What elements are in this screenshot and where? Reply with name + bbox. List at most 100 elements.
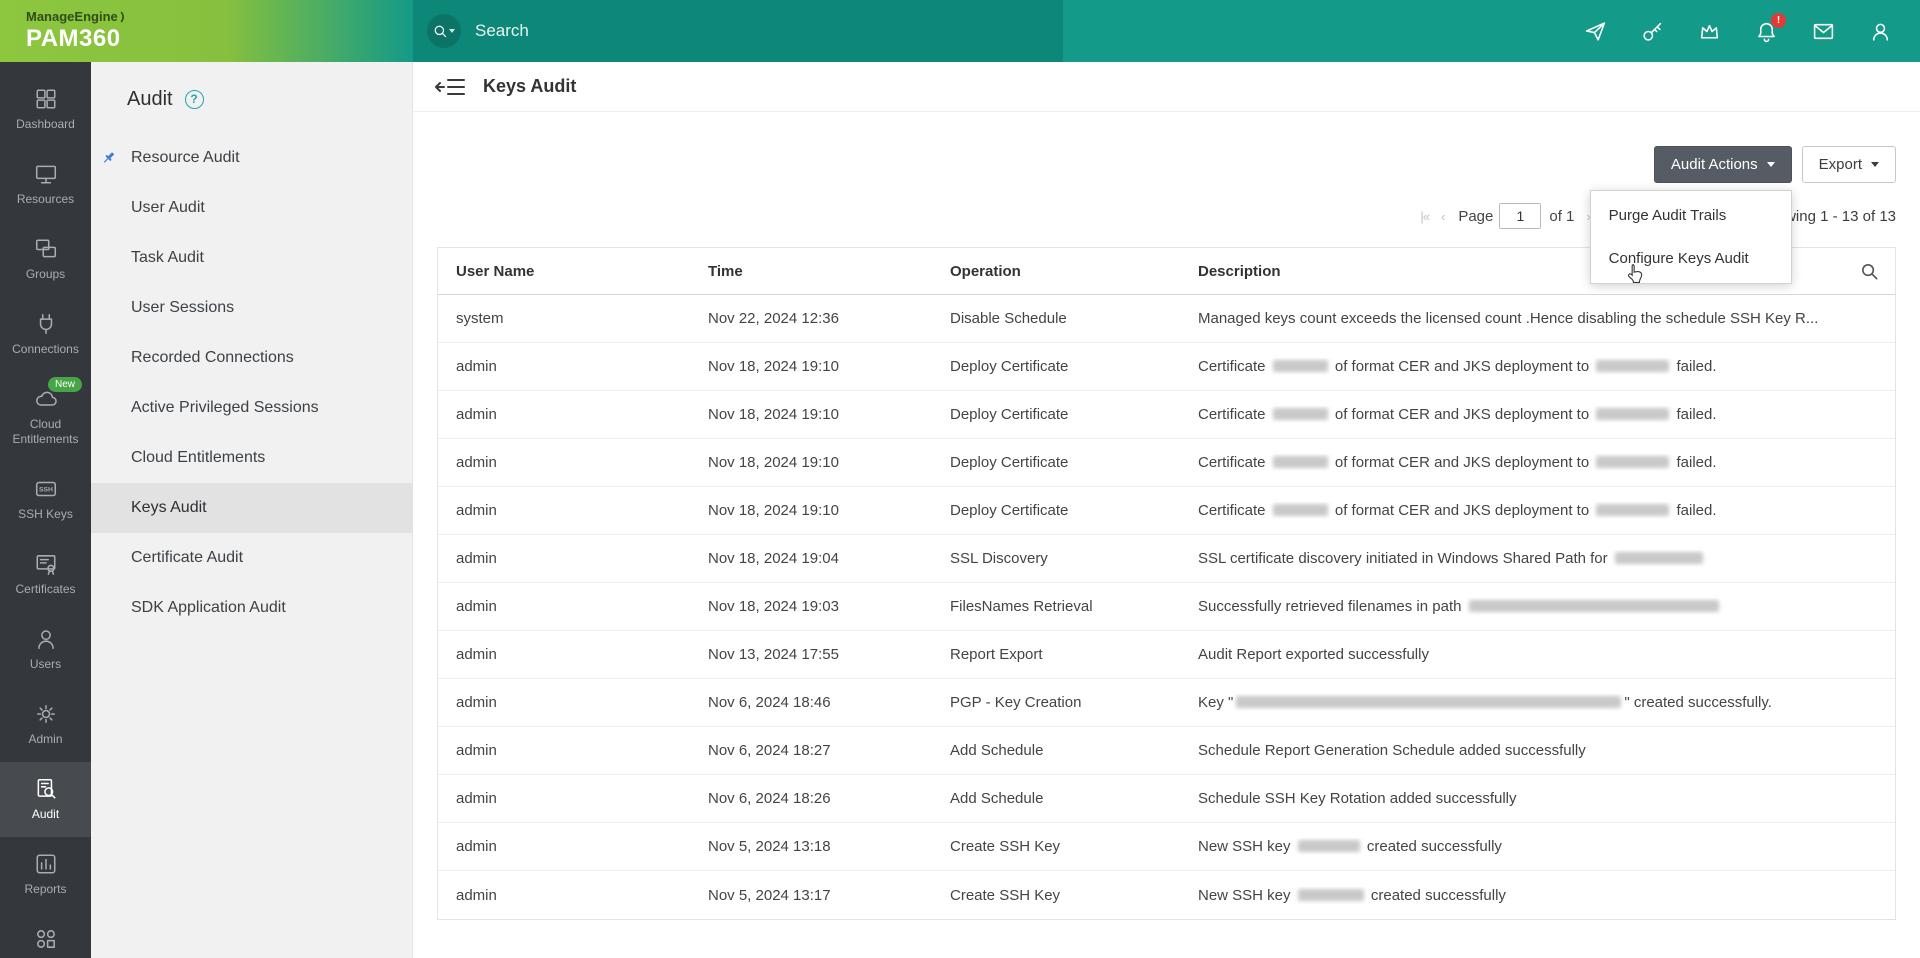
sidebar-item-users[interactable]: Users [0, 612, 91, 687]
table-body: systemNov 22, 2024 12:36Disable Schedule… [438, 295, 1895, 919]
table-row[interactable]: adminNov 6, 2024 18:46PGP - Key Creation… [438, 679, 1895, 727]
cell-time: Nov 6, 2024 18:46 [690, 694, 932, 711]
key-icon[interactable] [1641, 20, 1664, 43]
sidebar-item-label: Cloud Entitlements [3, 417, 88, 447]
cell-operation: SSL Discovery [932, 550, 1180, 567]
sidebar-item-ssh-keys[interactable]: SSH SSH Keys [0, 462, 91, 537]
cell-description: Certificate of format CER and JKS deploy… [1180, 406, 1895, 423]
sidebar-item-admin[interactable]: Admin [0, 687, 91, 762]
users-icon [34, 627, 58, 651]
bell-icon[interactable]: ! [1755, 20, 1778, 43]
cell-operation: Deploy Certificate [932, 358, 1180, 375]
sidebar-item-blocks[interactable] [0, 912, 91, 958]
connections-icon [34, 312, 58, 336]
redacted-text [1469, 600, 1719, 612]
cell-operation: Disable Schedule [932, 310, 1180, 327]
table-row[interactable]: adminNov 6, 2024 18:27Add ScheduleSchedu… [438, 727, 1895, 775]
notification-badge: ! [1771, 13, 1786, 28]
table-row[interactable]: systemNov 22, 2024 12:36Disable Schedule… [438, 295, 1895, 343]
audit-icon [34, 777, 58, 801]
sidebar-item-resources[interactable]: Resources [0, 147, 91, 222]
mail-icon[interactable] [1812, 20, 1835, 43]
user-icon[interactable] [1869, 20, 1892, 43]
table-row[interactable]: adminNov 18, 2024 19:10Deploy Certificat… [438, 439, 1895, 487]
page-number-input[interactable] [1499, 203, 1541, 229]
cell-operation: Add Schedule [932, 742, 1180, 759]
dropdown-item-purge-audit-trails[interactable]: Purge Audit Trails [1591, 194, 1791, 237]
brand-swoosh-icon [120, 11, 128, 23]
sidebar-item-certificates[interactable]: Certificates [0, 537, 91, 612]
menu-item-resource-audit[interactable]: Resource Audit [91, 133, 412, 183]
cell-user-name: admin [438, 742, 690, 759]
sidebar-item-audit[interactable]: Audit [0, 762, 91, 837]
cell-time: Nov 18, 2024 19:04 [690, 550, 932, 567]
column-header-operation[interactable]: Operation [932, 263, 1180, 280]
menu-item-label: Cloud Entitlements [131, 449, 265, 466]
cell-user-name: admin [438, 358, 690, 375]
brand-company: ManageEngine [26, 9, 413, 24]
table-row[interactable]: adminNov 18, 2024 19:10Deploy Certificat… [438, 391, 1895, 439]
redacted-text [1273, 504, 1328, 516]
cell-description: New SSH key created successfully [1180, 838, 1895, 855]
menu-item-recorded-connections[interactable]: Recorded Connections [91, 333, 412, 383]
table-row[interactable]: adminNov 18, 2024 19:10Deploy Certificat… [438, 487, 1895, 535]
table-search-icon[interactable] [1860, 262, 1879, 281]
cell-time: Nov 6, 2024 18:27 [690, 742, 932, 759]
sidebar-item-label: SSH Keys [18, 507, 73, 522]
cell-description: Schedule Report Generation Schedule adde… [1180, 742, 1895, 759]
table-row[interactable]: adminNov 5, 2024 13:18Create SSH KeyNew … [438, 823, 1895, 871]
previous-page-icon[interactable]: ‹ [1441, 209, 1444, 224]
dropdown-item-configure-keys-audit[interactable]: Configure Keys Audit [1591, 237, 1791, 280]
cell-user-name: admin [438, 887, 690, 904]
table-row[interactable]: adminNov 5, 2024 13:17Create SSH KeyNew … [438, 871, 1895, 919]
help-icon[interactable]: ? [185, 90, 204, 109]
menu-item-sdk-application-audit[interactable]: SDK Application Audit [91, 583, 412, 633]
search-icon[interactable] [427, 14, 461, 48]
cell-operation: Create SSH Key [932, 887, 1180, 904]
menu-item-active-privileged-sessions[interactable]: Active Privileged Sessions [91, 383, 412, 433]
sidebar-item-reports[interactable]: Reports [0, 837, 91, 912]
redacted-text [1298, 840, 1360, 852]
table-row[interactable]: adminNov 6, 2024 18:26Add ScheduleSchedu… [438, 775, 1895, 823]
sidebar-item-cloud-entitlements[interactable]: Cloud EntitlementsNew [0, 372, 91, 462]
svg-text:SSH: SSH [39, 487, 53, 494]
sidebar-item-dashboard[interactable]: Dashboard [0, 72, 91, 147]
table-row[interactable]: adminNov 18, 2024 19:10Deploy Certificat… [438, 343, 1895, 391]
audit-actions-button[interactable]: Audit Actions [1654, 146, 1792, 183]
sidebar-item-label: Reports [24, 882, 66, 897]
cell-user-name: admin [438, 598, 690, 615]
cell-time: Nov 18, 2024 19:10 [690, 502, 932, 519]
table-row[interactable]: adminNov 18, 2024 19:04SSL DiscoverySSL … [438, 535, 1895, 583]
sidebar-item-groups[interactable]: Groups [0, 222, 91, 297]
menu-item-label: User Audit [131, 199, 205, 216]
table-row[interactable]: adminNov 13, 2024 17:55Report ExportAudi… [438, 631, 1895, 679]
send-icon[interactable] [1584, 20, 1607, 43]
menu-item-label: SDK Application Audit [131, 599, 286, 616]
export-button[interactable]: Export [1802, 146, 1896, 183]
menu-item-certificate-audit[interactable]: Certificate Audit [91, 533, 412, 583]
menu-item-user-audit[interactable]: User Audit [91, 183, 412, 233]
column-header-user-name[interactable]: User Name [438, 263, 690, 280]
menu-item-label: Certificate Audit [131, 549, 243, 566]
redacted-text [1596, 456, 1669, 468]
cell-user-name: admin [438, 790, 690, 807]
dashboard-icon [34, 87, 58, 111]
menu-item-cloud-entitlements[interactable]: Cloud Entitlements [91, 433, 412, 483]
sidebar-item-label: Dashboard [16, 117, 75, 132]
first-page-icon[interactable]: |« [1420, 209, 1429, 224]
crown-icon[interactable] [1698, 20, 1721, 43]
cell-description: Certificate of format CER and JKS deploy… [1180, 502, 1895, 519]
menu-item-task-audit[interactable]: Task Audit [91, 233, 412, 283]
menu-item-user-sessions[interactable]: User Sessions [91, 283, 412, 333]
admin-icon [34, 702, 58, 726]
sidebar-item-connections[interactable]: Connections [0, 297, 91, 372]
redacted-text [1596, 408, 1669, 420]
search-input[interactable] [475, 21, 1049, 41]
cell-operation: Add Schedule [932, 790, 1180, 807]
column-header-time[interactable]: Time [690, 263, 932, 280]
table-row[interactable]: adminNov 18, 2024 19:03FilesNames Retrie… [438, 583, 1895, 631]
cell-user-name: admin [438, 454, 690, 471]
collapse-panel-icon[interactable] [435, 76, 467, 98]
menu-item-keys-audit[interactable]: Keys Audit [91, 483, 412, 533]
cell-time: Nov 18, 2024 19:10 [690, 406, 932, 423]
